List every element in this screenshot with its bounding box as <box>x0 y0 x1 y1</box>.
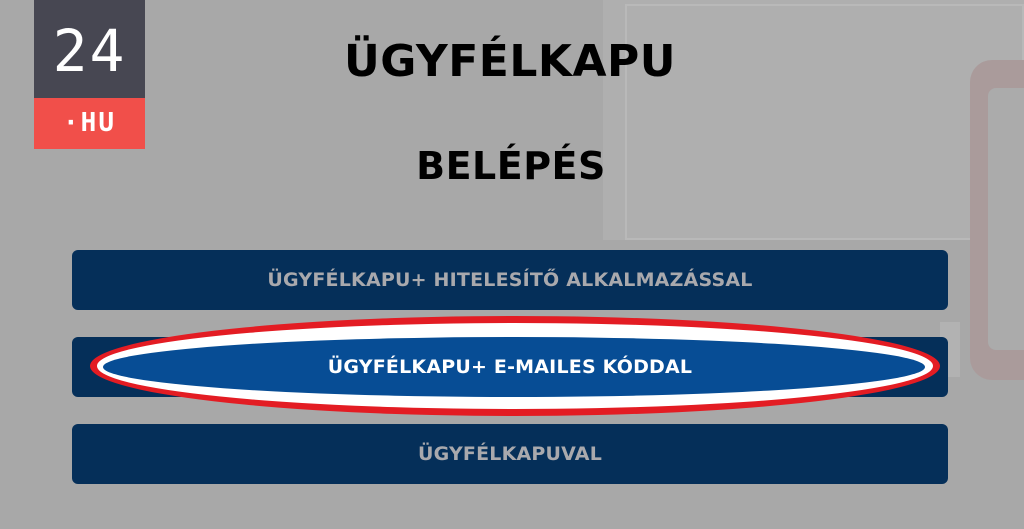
login-heading: BELÉPÉS <box>416 144 606 188</box>
login-email-code-button[interactable]: ÜGYFÉLKAPU+ E-MAILES KÓDDAL <box>72 337 948 397</box>
background-phone-screen <box>988 88 1024 350</box>
page-title: ÜGYFÉLKAPU <box>343 36 676 87</box>
login-authenticator-app-button[interactable]: ÜGYFÉLKAPU+ HITELESÍTŐ ALKALMAZÁSSAL <box>72 250 948 310</box>
logo-domain: ·HU <box>34 98 145 149</box>
login-ugyfelkapu-button[interactable]: ÜGYFÉLKAPUVAL <box>72 424 948 484</box>
